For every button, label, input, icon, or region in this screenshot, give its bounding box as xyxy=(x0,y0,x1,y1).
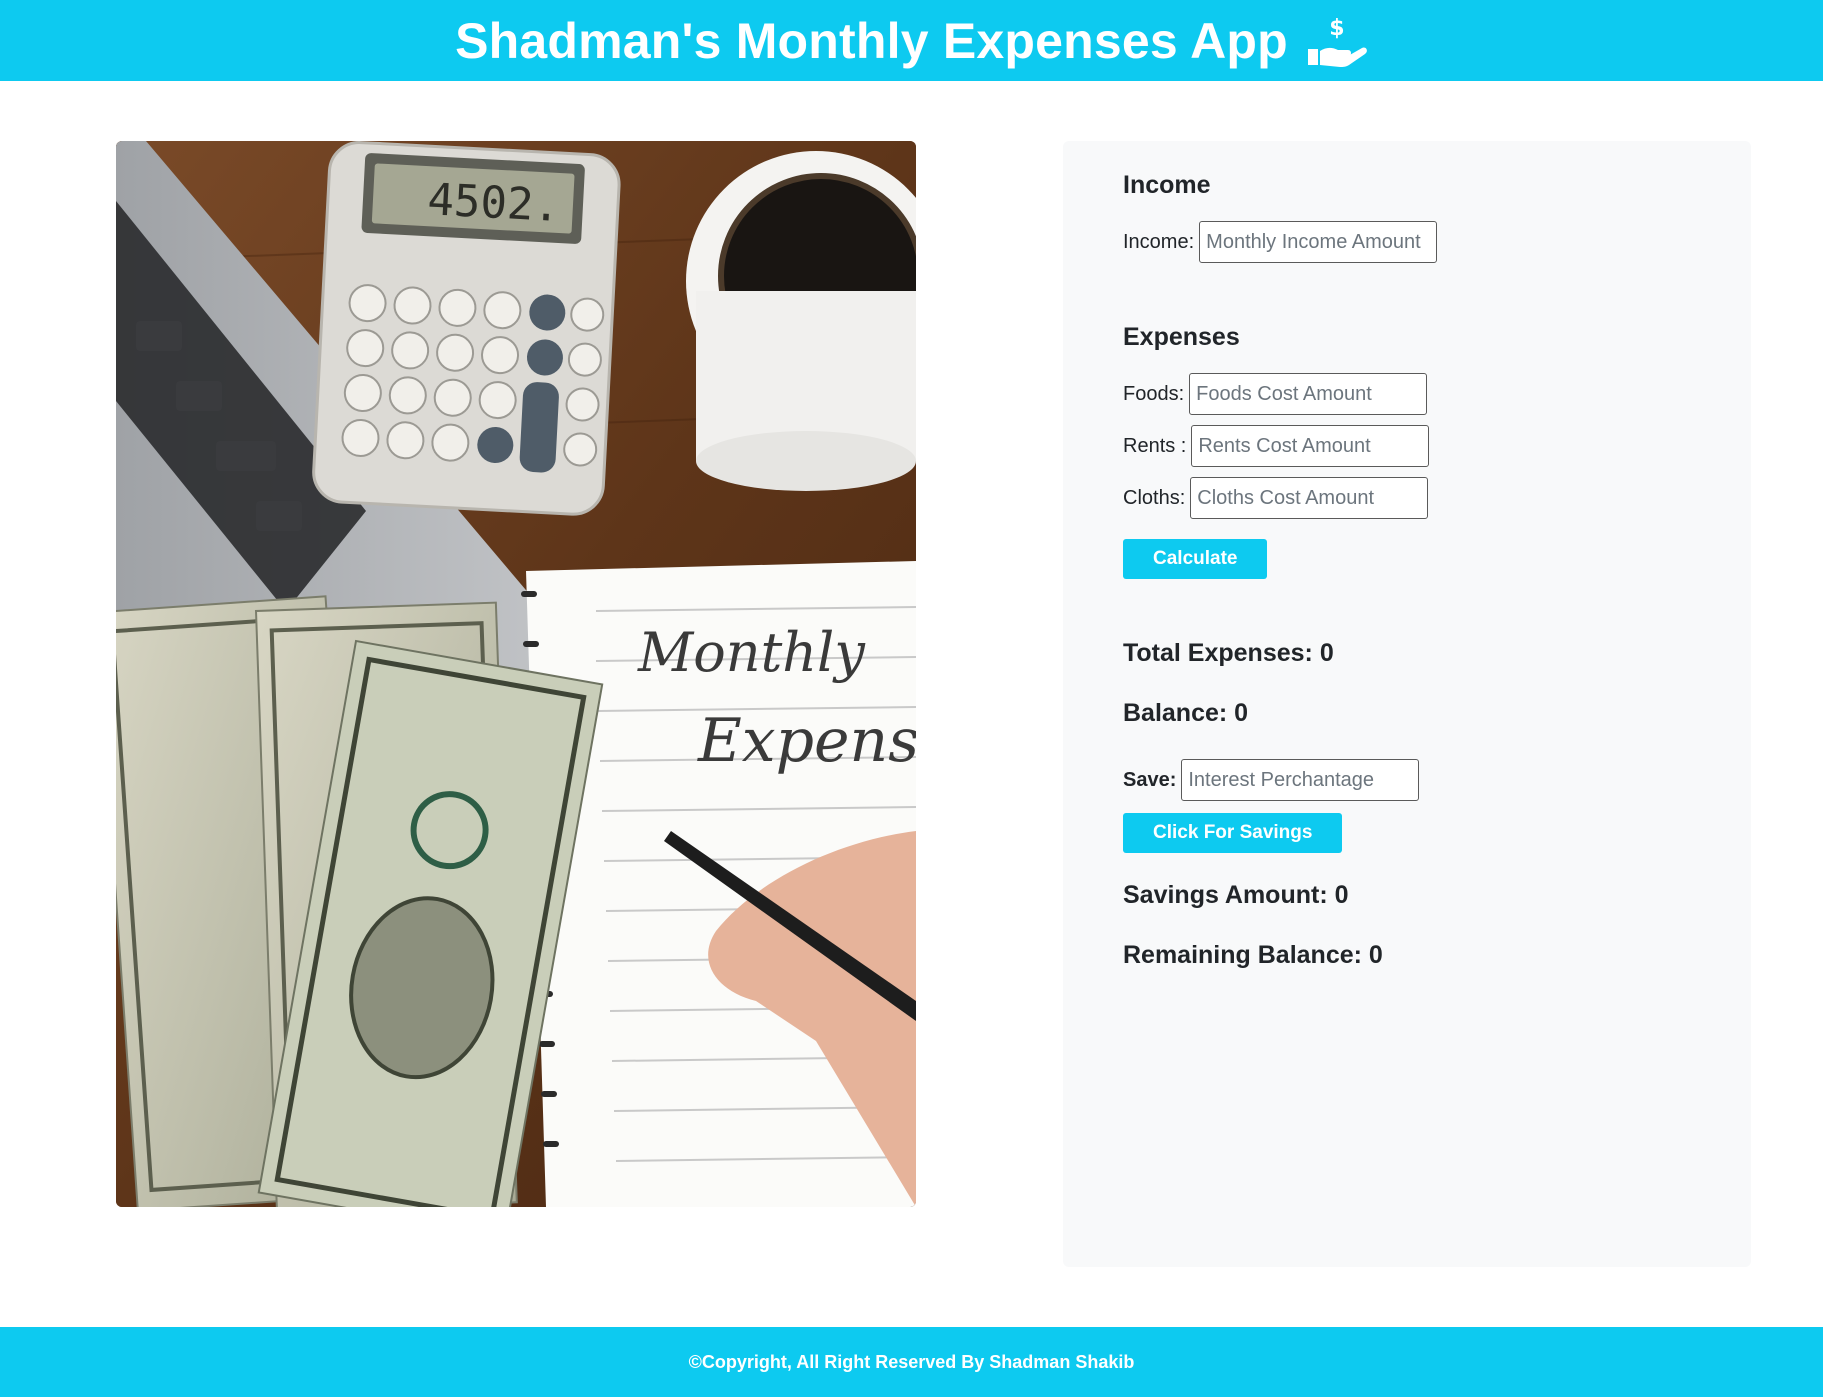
hand-holding-dollar-icon: $ xyxy=(1306,13,1368,69)
income-input[interactable] xyxy=(1199,221,1438,263)
remaining-balance-text: Remaining Balance: 0 xyxy=(1123,941,1383,969)
save-label: Save: xyxy=(1123,768,1177,791)
total-expenses-text: Total Expenses: 0 xyxy=(1123,639,1334,667)
notepad-line-1: Monthly xyxy=(637,621,866,684)
income-label: Income: xyxy=(1123,230,1195,253)
calculate-button[interactable]: Calculate xyxy=(1123,539,1268,579)
click-for-savings-button[interactable]: Click For Savings xyxy=(1123,813,1343,853)
calculator-display: 4502. xyxy=(426,174,561,232)
expenses-desk-photo: 4502. Monthly Expens xyxy=(116,141,916,1207)
rents-input[interactable] xyxy=(1191,425,1430,467)
rents-label: Rents : xyxy=(1123,434,1187,457)
copyright-text: ©Copyright, All Right Reserved By Shadma… xyxy=(688,1351,1135,1372)
foods-label: Foods: xyxy=(1123,382,1185,405)
app-footer: ©Copyright, All Right Reserved By Shadma… xyxy=(0,1327,1823,1397)
income-row: Income: xyxy=(1123,221,1438,263)
notepad-line-2: Expens xyxy=(697,706,916,776)
cloths-label: Cloths: xyxy=(1123,486,1186,509)
cloths-row: Cloths: xyxy=(1123,477,1429,519)
income-heading: Income xyxy=(1123,171,1211,199)
interest-percentage-input[interactable] xyxy=(1181,759,1420,801)
app-title: Shadman's Monthly Expenses App $ xyxy=(455,12,1368,70)
save-row: Save: xyxy=(1123,759,1420,801)
app-title-text: Shadman's Monthly Expenses App xyxy=(455,12,1288,69)
foods-input[interactable] xyxy=(1189,373,1428,415)
cloths-input[interactable] xyxy=(1190,477,1429,519)
balance-text: Balance: 0 xyxy=(1123,699,1249,727)
expenses-heading: Expenses xyxy=(1123,323,1240,351)
foods-row: Foods: xyxy=(1123,373,1428,415)
expenses-panel: Income Income: Expenses Foods: Rents : C… xyxy=(1063,141,1751,1267)
app-header: Shadman's Monthly Expenses App $ xyxy=(0,0,1823,81)
svg-text:$: $ xyxy=(1329,16,1345,41)
hero-photo: 4502. Monthly Expens xyxy=(116,141,916,1207)
savings-amount-text: Savings Amount: 0 xyxy=(1123,881,1349,909)
rents-row: Rents : xyxy=(1123,425,1430,467)
